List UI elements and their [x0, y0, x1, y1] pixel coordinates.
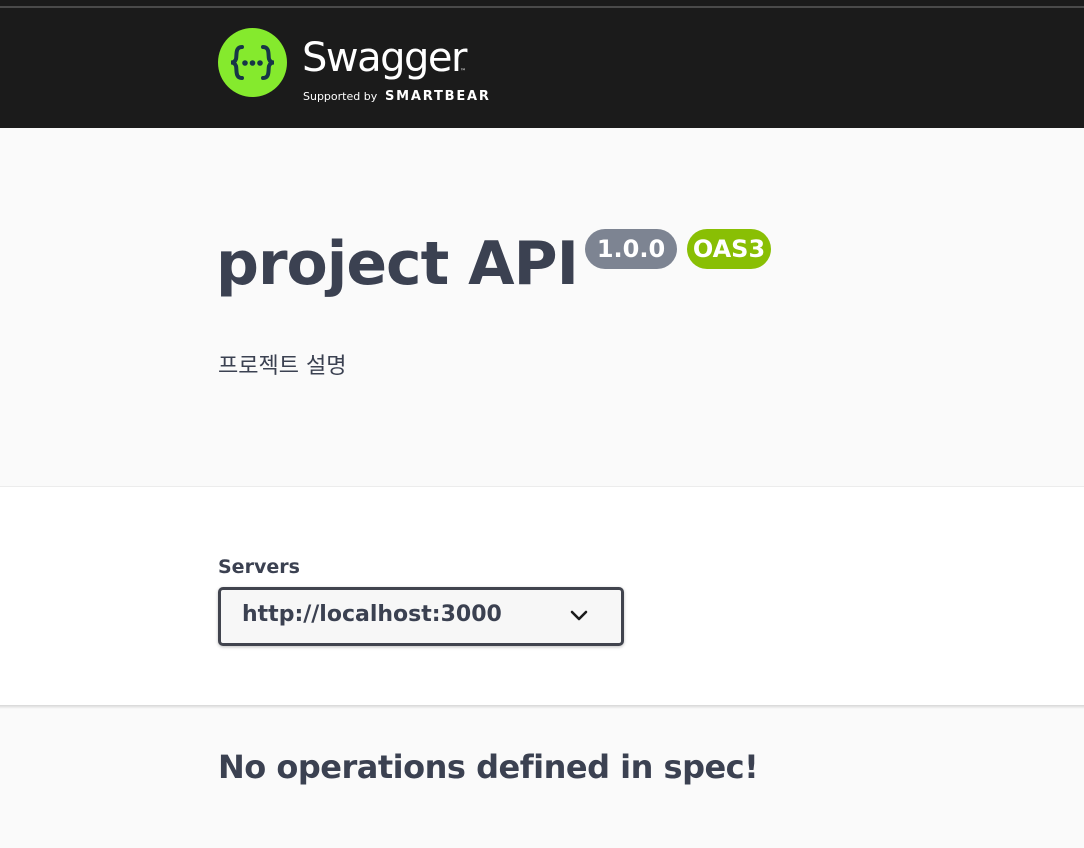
brand-supported-by: Supported by: [303, 90, 378, 103]
oas-badge: OAS3: [687, 229, 771, 269]
server-select-value: http://localhost:3000: [242, 602, 502, 627]
servers-section-shadow: [0, 705, 1084, 709]
swagger-logo-icon: [218, 28, 287, 97]
brand-trademark: ™: [460, 68, 466, 75]
api-title: project API: [216, 229, 579, 299]
topbar: Swagger ™ Supported by SMARTBEAR: [0, 0, 1084, 128]
chevron-down-icon: [570, 610, 588, 621]
swagger-logo-link[interactable]: Swagger ™ Supported by SMARTBEAR: [218, 28, 508, 108]
brand-name: Swagger: [302, 35, 467, 81]
brand-company: SMARTBEAR: [385, 89, 491, 104]
api-info-section: project API 1.0.0 OAS3 프로젝트 설명: [0, 128, 1084, 486]
api-description: 프로젝트 설명: [218, 354, 347, 379]
servers-section: Servers http://localhost:3000: [0, 487, 1084, 705]
topbar-border: [0, 6, 1084, 8]
servers-label: Servers: [218, 556, 300, 578]
server-select[interactable]: http://localhost:3000: [218, 587, 624, 646]
curly-braces-icon: [230, 45, 275, 80]
no-operations-message: No operations defined in spec!: [218, 748, 759, 786]
version-badge: 1.0.0: [585, 229, 677, 269]
